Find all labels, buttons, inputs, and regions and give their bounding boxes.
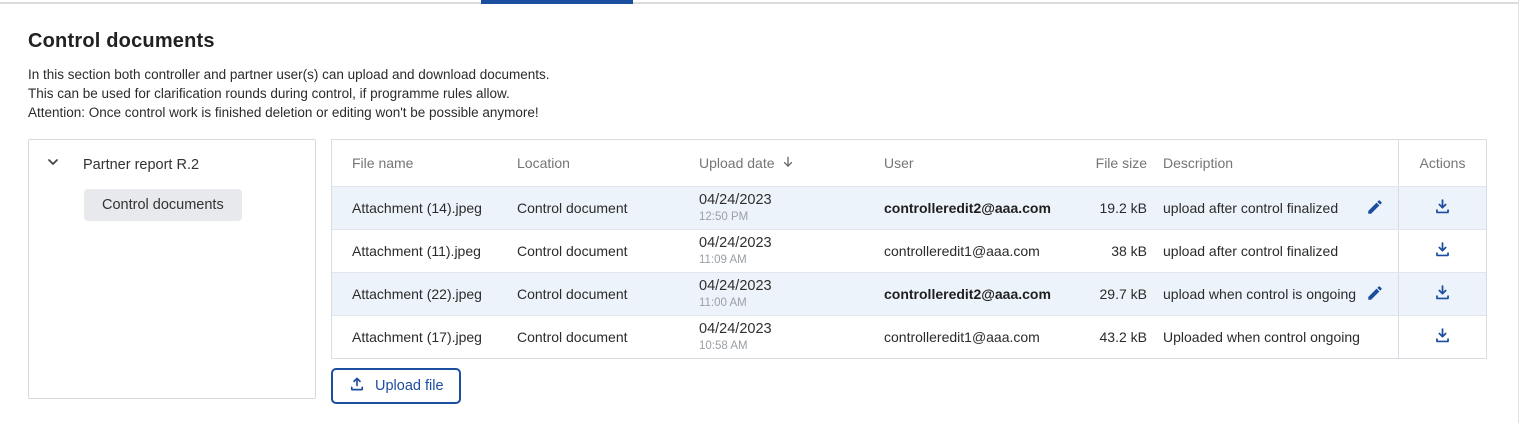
file-size-cell: 38 kB xyxy=(1061,243,1151,259)
tab-strip xyxy=(0,0,1518,4)
download-icon xyxy=(1433,197,1452,219)
upload-date: 04/24/2023 xyxy=(699,236,772,252)
column-header-upload-date-label: Upload date xyxy=(699,155,775,171)
download-icon xyxy=(1433,326,1452,348)
column-header-location[interactable]: Location xyxy=(517,155,699,171)
location-cell: Control document xyxy=(517,200,699,216)
description-cell: upload after control finalized xyxy=(1151,243,1398,259)
actions-cell xyxy=(1398,187,1486,229)
location-cell: Control document xyxy=(517,329,699,345)
actions-cell xyxy=(1398,230,1486,272)
location-cell: Control document xyxy=(517,243,699,259)
user-cell: controlleredit2@aaa.com xyxy=(884,200,1061,216)
upload-time: 11:00 AM xyxy=(699,297,772,310)
file-name-cell: Attachment (14).jpeg xyxy=(332,200,517,216)
upload-date: 04/24/2023 xyxy=(699,279,772,295)
actions-cell xyxy=(1398,316,1486,358)
download-icon xyxy=(1433,283,1452,305)
page-title: Control documents xyxy=(28,30,1490,53)
description-text: Uploaded when control ongoing xyxy=(1163,329,1360,345)
upload-time: 10:58 AM xyxy=(699,340,772,353)
description-text: upload when control is ongoing xyxy=(1163,286,1356,302)
upload-date-cell: 04/24/2023 11:09 AM xyxy=(699,236,884,267)
upload-time: 12:50 PM xyxy=(699,211,772,224)
user-cell: controlleredit1@aaa.com xyxy=(884,243,1061,259)
description-line: Attention: Once control work is finished… xyxy=(28,103,1490,122)
column-header-actions: Actions xyxy=(1398,140,1486,186)
file-name-cell: Attachment (22).jpeg xyxy=(332,286,517,302)
pencil-icon xyxy=(1366,284,1384,305)
description-cell: upload when control is ongoing xyxy=(1151,284,1398,305)
tree-item-partner-report[interactable]: Partner report R.2 xyxy=(29,140,315,175)
upload-icon xyxy=(348,375,366,397)
upload-time: 11:09 AM xyxy=(699,254,772,267)
section-description: In this section both controller and part… xyxy=(28,65,1490,122)
table-row: Attachment (14).jpeg Control document 04… xyxy=(332,186,1486,229)
edit-description-button[interactable] xyxy=(1366,284,1398,305)
description-cell: upload after control finalized xyxy=(1151,198,1398,219)
tree-item-label[interactable]: Partner report R.2 xyxy=(83,157,199,173)
file-size-cell: 43.2 kB xyxy=(1061,329,1151,345)
table-row: Attachment (17).jpeg Control document 04… xyxy=(332,315,1486,358)
file-size-cell: 29.7 kB xyxy=(1061,286,1151,302)
documents-table: File name Location Upload date User File… xyxy=(331,139,1487,359)
column-header-description[interactable]: Description xyxy=(1151,155,1398,171)
active-tab-indicator xyxy=(481,0,633,4)
download-icon xyxy=(1433,240,1452,262)
actions-cell xyxy=(1398,273,1486,315)
upload-file-button-label: Upload file xyxy=(375,378,444,394)
download-button[interactable] xyxy=(1433,240,1452,262)
table-header-row: File name Location Upload date User File… xyxy=(332,140,1486,186)
edit-description-button[interactable] xyxy=(1366,198,1398,219)
file-name-cell: Attachment (11).jpeg xyxy=(332,243,517,259)
column-header-user[interactable]: User xyxy=(884,155,1061,171)
description-line: This can be used for clarification round… xyxy=(28,84,1490,103)
download-button[interactable] xyxy=(1433,283,1452,305)
upload-date-cell: 04/24/2023 11:00 AM xyxy=(699,279,884,310)
location-cell: Control document xyxy=(517,286,699,302)
download-button[interactable] xyxy=(1433,326,1452,348)
user-cell: controlleredit2@aaa.com xyxy=(884,286,1061,302)
upload-date: 04/24/2023 xyxy=(699,322,772,338)
column-header-upload-date[interactable]: Upload date xyxy=(699,155,884,172)
upload-date: 04/24/2023 xyxy=(699,193,772,209)
control-documents-page: Control documents In this section both c… xyxy=(0,0,1519,423)
report-tree-panel: Partner report R.2 Control documents xyxy=(28,139,316,399)
chevron-down-icon[interactable] xyxy=(45,154,61,175)
table-row: Attachment (22).jpeg Control document 04… xyxy=(332,272,1486,315)
description-text: upload after control finalized xyxy=(1163,243,1338,259)
pencil-icon xyxy=(1366,198,1384,219)
upload-file-button[interactable]: Upload file xyxy=(331,368,461,404)
tab-strip-divider xyxy=(0,2,1518,4)
download-button[interactable] xyxy=(1433,197,1452,219)
user-cell: controlleredit1@aaa.com xyxy=(884,329,1061,345)
column-header-file-name[interactable]: File name xyxy=(332,155,517,171)
sort-descending-icon[interactable] xyxy=(781,155,795,172)
description-line: In this section both controller and part… xyxy=(28,65,1490,84)
column-header-file-size[interactable]: File size xyxy=(1061,155,1151,171)
table-row: Attachment (11).jpeg Control document 04… xyxy=(332,229,1486,272)
upload-date-cell: 04/24/2023 10:58 AM xyxy=(699,322,884,353)
control-documents-chip[interactable]: Control documents xyxy=(84,189,242,221)
description-text: upload after control finalized xyxy=(1163,200,1338,216)
file-size-cell: 19.2 kB xyxy=(1061,200,1151,216)
description-cell: Uploaded when control ongoing xyxy=(1151,329,1398,345)
upload-date-cell: 04/24/2023 12:50 PM xyxy=(699,193,884,224)
file-name-cell: Attachment (17).jpeg xyxy=(332,329,517,345)
